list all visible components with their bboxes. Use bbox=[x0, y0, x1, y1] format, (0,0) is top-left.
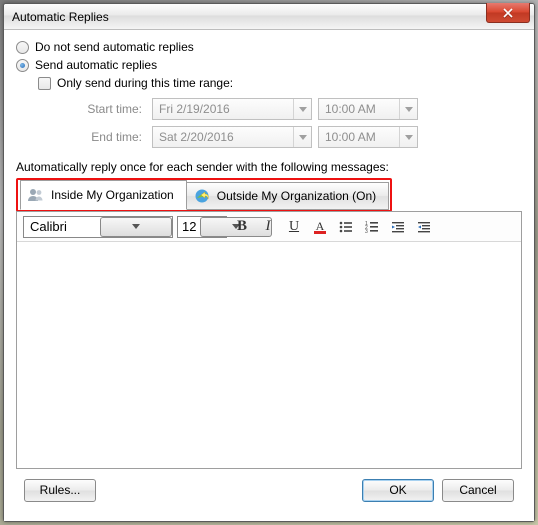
editor-toolbar: Calibri 12 B I U A bbox=[17, 212, 521, 242]
start-date-value: Fri 2/19/2016 bbox=[153, 102, 293, 116]
client-area: Do not send automatic replies Send autom… bbox=[4, 30, 534, 521]
close-button[interactable] bbox=[486, 3, 530, 23]
end-date-combo[interactable]: Sat 2/20/2016 bbox=[152, 126, 312, 148]
font-color-button[interactable]: A bbox=[309, 216, 331, 238]
titlebar[interactable]: Automatic Replies bbox=[4, 4, 534, 30]
font-color-icon: A bbox=[312, 219, 328, 235]
outdent-icon bbox=[390, 219, 406, 235]
chevron-down-icon bbox=[100, 217, 172, 237]
chevron-down-icon bbox=[399, 127, 417, 147]
tab-inside-org[interactable]: Inside My Organization bbox=[20, 180, 187, 210]
decrease-indent-button[interactable] bbox=[387, 216, 409, 238]
start-time-label: Start time: bbox=[76, 102, 146, 116]
start-time-value: 10:00 AM bbox=[319, 102, 399, 116]
checkbox-time-range[interactable]: Only send during this time range: bbox=[38, 76, 522, 90]
close-icon bbox=[503, 8, 513, 18]
radio-send[interactable]: Send automatic replies bbox=[16, 58, 522, 72]
end-time-combo[interactable]: 10:00 AM bbox=[318, 126, 418, 148]
svg-text:A: A bbox=[316, 219, 325, 233]
start-date-combo[interactable]: Fri 2/19/2016 bbox=[152, 98, 312, 120]
ok-button[interactable]: OK bbox=[362, 479, 434, 502]
tab-inside-label: Inside My Organization bbox=[51, 188, 174, 202]
cancel-button-label: Cancel bbox=[459, 483, 496, 497]
start-time-combo[interactable]: 10:00 AM bbox=[318, 98, 418, 120]
bullet-list-icon bbox=[338, 219, 354, 235]
tab-outside-org[interactable]: Outside My Organization (On) bbox=[186, 182, 389, 210]
number-list-icon: 1 2 3 bbox=[364, 219, 380, 235]
section-label: Automatically reply once for each sender… bbox=[16, 160, 522, 174]
tabs-highlight-box: Inside My Organization Outside My Organi… bbox=[16, 178, 392, 212]
radio-no-send[interactable]: Do not send automatic replies bbox=[16, 40, 522, 54]
tab-outside-label: Outside My Organization (On) bbox=[217, 189, 376, 203]
font-family-combo[interactable]: Calibri bbox=[23, 216, 173, 238]
rules-button-label: Rules... bbox=[40, 483, 81, 497]
font-family-value: Calibri bbox=[24, 219, 100, 234]
bullet-list-button[interactable] bbox=[335, 216, 357, 238]
cancel-button[interactable]: Cancel bbox=[442, 479, 514, 502]
automatic-replies-dialog: Automatic Replies Do not send automatic … bbox=[3, 3, 535, 522]
window-title: Automatic Replies bbox=[12, 10, 109, 24]
end-time-label: End time: bbox=[76, 130, 146, 144]
people-icon bbox=[27, 186, 45, 204]
font-size-value: 12 bbox=[178, 219, 200, 234]
chevron-down-icon bbox=[399, 99, 417, 119]
checkbox-icon bbox=[38, 77, 51, 90]
font-size-combo[interactable]: 12 bbox=[177, 216, 227, 238]
checkbox-time-range-label: Only send during this time range: bbox=[57, 76, 233, 90]
end-date-value: Sat 2/20/2016 bbox=[153, 130, 293, 144]
indent-icon bbox=[416, 219, 432, 235]
chevron-down-icon bbox=[293, 127, 311, 147]
tabs: Inside My Organization Outside My Organi… bbox=[20, 182, 388, 210]
chevron-down-icon bbox=[293, 99, 311, 119]
number-list-button[interactable]: 1 2 3 bbox=[361, 216, 383, 238]
svg-text:3: 3 bbox=[365, 229, 368, 235]
globe-reply-icon bbox=[193, 187, 211, 205]
bold-button[interactable]: B bbox=[231, 216, 253, 238]
rules-button[interactable]: Rules... bbox=[24, 479, 96, 502]
message-body-editor[interactable] bbox=[17, 242, 521, 468]
time-range-grid: Start time: Fri 2/19/2016 10:00 AM End t… bbox=[76, 98, 522, 148]
end-time-value: 10:00 AM bbox=[319, 130, 399, 144]
radio-send-label: Send automatic replies bbox=[35, 58, 157, 72]
italic-button[interactable]: I bbox=[257, 216, 279, 238]
increase-indent-button[interactable] bbox=[413, 216, 435, 238]
radio-icon bbox=[16, 59, 29, 72]
ok-button-label: OK bbox=[389, 483, 406, 497]
editor-panel: Calibri 12 B I U A bbox=[16, 211, 522, 469]
radio-no-send-label: Do not send automatic replies bbox=[35, 40, 194, 54]
dialog-footer: Rules... OK Cancel bbox=[16, 469, 522, 511]
radio-icon bbox=[16, 41, 29, 54]
underline-button[interactable]: U bbox=[283, 216, 305, 238]
